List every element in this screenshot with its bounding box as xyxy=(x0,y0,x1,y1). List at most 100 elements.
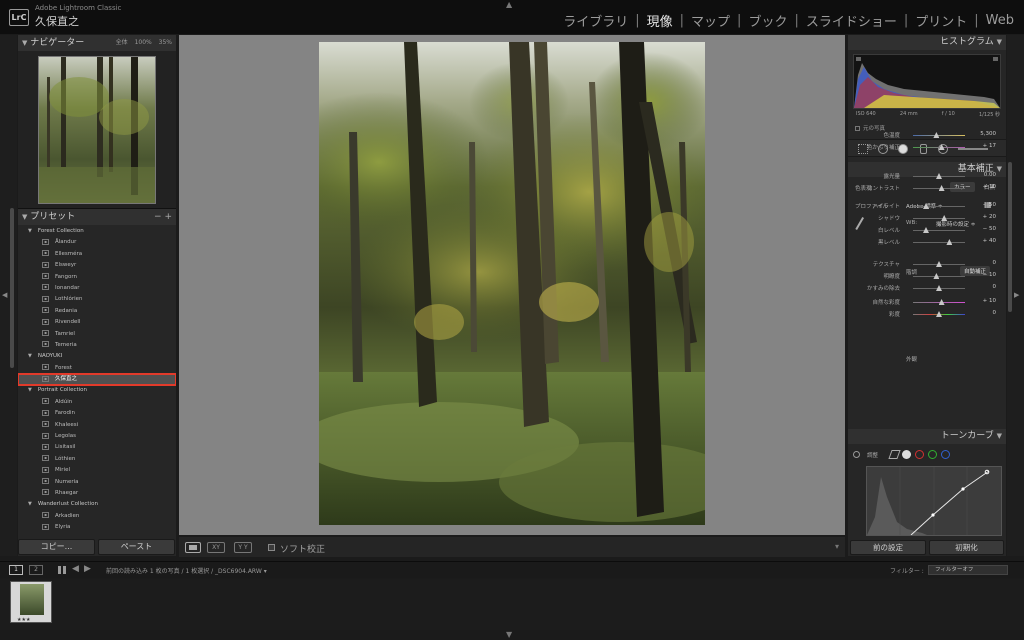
original-photo-toggle[interactable]: 元の写真 xyxy=(855,124,885,132)
slider-track[interactable] xyxy=(913,227,965,233)
folder-triangle-icon[interactable]: ▼ xyxy=(28,501,32,507)
slider-track[interactable] xyxy=(913,215,965,221)
grid-view-icon[interactable] xyxy=(58,566,66,574)
filter-dropdown[interactable]: フィルターオフ xyxy=(928,565,1008,575)
slider-value[interactable]: + 20 xyxy=(983,214,996,220)
folder-triangle-icon[interactable]: ▼ xyxy=(28,387,32,393)
main-photo[interactable] xyxy=(319,42,705,525)
preset-item[interactable]: ▪ Aldúin xyxy=(18,397,176,408)
slider-thumb[interactable] xyxy=(933,132,940,138)
red-curve-icon[interactable] xyxy=(915,450,924,459)
slider-thumb[interactable] xyxy=(936,261,942,267)
tone-curve-header[interactable]: トーンカーブ ▼ xyxy=(848,429,1006,444)
module-1[interactable]: 現像 xyxy=(647,11,673,30)
zoom-100[interactable]: 100% xyxy=(135,39,152,46)
preset-item[interactable]: ▪ Tamriel xyxy=(18,329,176,340)
blue-curve-icon[interactable] xyxy=(941,450,950,459)
preset-item[interactable]: ▪ Ellesméra xyxy=(18,249,176,260)
module-2[interactable]: マップ xyxy=(691,11,730,30)
slider-track[interactable] xyxy=(913,203,965,209)
module-6[interactable]: Web xyxy=(986,13,1014,28)
preset-item[interactable]: ▪ Ålandur xyxy=(18,237,176,248)
presets-header[interactable]: ▼ プリセット − + xyxy=(18,209,176,225)
preset-item[interactable]: ▪ Miriel xyxy=(18,465,176,476)
preset-item[interactable]: ▪ Elyria xyxy=(18,522,176,533)
toolbar-menu-icon[interactable]: ▾ xyxy=(835,542,839,551)
slider-value[interactable]: + 40 xyxy=(983,238,996,244)
slider-track[interactable] xyxy=(913,285,965,291)
preset-folder[interactable]: ▼ Portrait Collection xyxy=(18,385,176,396)
basic-header[interactable]: 基本補正 ▼ xyxy=(848,162,1006,177)
preset-folder[interactable]: ▼ Wanderlust Collection xyxy=(18,499,176,510)
slider-track[interactable] xyxy=(913,185,965,191)
slider-thumb[interactable] xyxy=(923,227,929,233)
preset-item[interactable]: ▪ Fangorn xyxy=(18,272,176,283)
slider-value[interactable]: + 10 xyxy=(983,298,996,304)
previous-settings-button[interactable]: 前の設定 xyxy=(850,540,926,555)
forward-arrow-icon[interactable]: ▶ xyxy=(84,564,91,574)
reset-button[interactable]: 初期化 xyxy=(929,540,1004,555)
zoom-35[interactable]: 35% xyxy=(159,39,172,46)
slider-value[interactable]: + 10 xyxy=(983,184,996,190)
slider-track[interactable] xyxy=(913,144,965,150)
preset-item[interactable]: ▪ Lothlórien xyxy=(18,294,176,305)
preset-item[interactable]: ▪ Khaleesi xyxy=(18,420,176,431)
preset-item[interactable]: ▪ Forest xyxy=(18,363,176,374)
slider-value[interactable]: 0 xyxy=(993,260,997,266)
original-photo-checkbox[interactable] xyxy=(855,126,860,131)
navigator-header[interactable]: ▼ ナビゲーター 全体 100% 35% xyxy=(18,35,176,51)
slider-track[interactable] xyxy=(913,132,965,138)
right-panel-toggle-icon[interactable]: ▶ xyxy=(1014,291,1019,299)
copy-button[interactable]: コピー... xyxy=(18,539,95,555)
preset-add-remove[interactable]: − + xyxy=(154,209,172,225)
slider-thumb[interactable] xyxy=(946,239,953,245)
tone-curve-graph[interactable] xyxy=(866,466,1002,536)
preset-item[interactable]: ▪ Redania xyxy=(18,306,176,317)
slider-track[interactable] xyxy=(913,261,965,267)
left-panel-scrollbar[interactable] xyxy=(10,208,14,368)
slider-track[interactable] xyxy=(913,299,965,305)
wb-dropdown[interactable]: 撮影時の設定 ≑ xyxy=(936,220,975,228)
loupe-view-icon[interactable] xyxy=(185,542,201,553)
right-panel-scrollbar[interactable] xyxy=(1008,162,1012,312)
module-5[interactable]: プリント xyxy=(915,11,967,30)
slider-value[interactable]: 0 xyxy=(993,284,997,290)
target-adjust-icon[interactable] xyxy=(853,451,860,458)
slider-value[interactable]: 5,300 xyxy=(980,131,996,137)
slider-thumb[interactable] xyxy=(936,285,942,291)
slider-value[interactable]: + 17 xyxy=(983,143,996,149)
treatment-color[interactable]: カラー xyxy=(950,182,975,192)
slider-value[interactable]: − 50 xyxy=(983,202,996,208)
preset-folder[interactable]: ▼ NAOYUKI xyxy=(18,351,176,362)
preset-item[interactable]: ▪ Lóthien xyxy=(18,454,176,465)
preset-item[interactable]: ▪ Numeria xyxy=(18,477,176,488)
slider-value[interactable]: 0 xyxy=(993,310,997,316)
filmstrip-thumbnail[interactable]: ★★★ xyxy=(10,581,52,623)
preset-item[interactable]: ▪ Farodin xyxy=(18,408,176,419)
bottom-panel-toggle-icon[interactable]: ▼ xyxy=(506,630,512,639)
zoom-fit[interactable]: 全体 xyxy=(116,39,128,46)
back-arrow-icon[interactable]: ◀ xyxy=(72,564,79,574)
preset-item[interactable]: ▪ Elsweyr xyxy=(18,260,176,271)
histogram-header[interactable]: ヒストグラム ▼ xyxy=(848,35,1006,50)
preset-item[interactable]: ▪ Arkadien xyxy=(18,511,176,522)
preset-item[interactable]: ▪ 久保直之 xyxy=(18,373,176,387)
shadow-clip-icon[interactable] xyxy=(856,57,861,61)
rgb-curve-icon[interactable] xyxy=(902,450,911,459)
slider-thumb[interactable] xyxy=(941,215,948,221)
preset-folder[interactable]: ▼ Forest Collection xyxy=(18,226,176,237)
module-4[interactable]: スライドショー xyxy=(806,11,897,30)
highlight-clip-icon[interactable] xyxy=(993,57,998,61)
histogram-graph[interactable] xyxy=(853,54,1001,109)
navigator-preview[interactable] xyxy=(38,56,156,204)
compare-view-icon[interactable]: XY xyxy=(207,542,225,553)
slider-value[interactable]: − 10 xyxy=(983,272,996,278)
preset-item[interactable]: ▪ Rivendell xyxy=(18,317,176,328)
secondary-display-button[interactable]: 2 xyxy=(29,565,43,575)
soft-proof-checkbox[interactable] xyxy=(268,544,275,551)
slider-thumb[interactable] xyxy=(938,185,945,191)
top-panel-toggle-icon[interactable]: ▲ xyxy=(506,0,512,9)
slider-track[interactable] xyxy=(913,173,965,179)
folder-triangle-icon[interactable]: ▼ xyxy=(28,353,32,359)
slider-track[interactable] xyxy=(913,273,965,279)
